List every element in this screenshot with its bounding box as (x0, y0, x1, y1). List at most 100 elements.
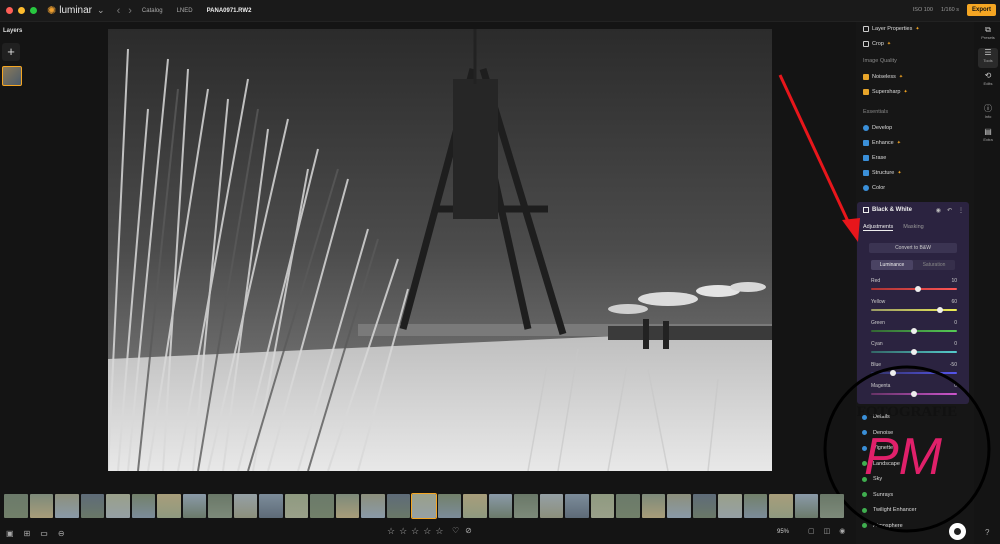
app-logo[interactable]: ✺ luminar ⌄ (47, 4, 105, 17)
grid-view-icon[interactable]: ⊞ (24, 529, 31, 538)
sidebar-toggle-icon[interactable]: ▣ (6, 529, 14, 538)
slider-track[interactable] (871, 307, 957, 313)
filmstrip-thumbnail[interactable] (157, 494, 181, 518)
breadcrumb-folder[interactable]: LNED (177, 8, 193, 14)
filmstrip-thumbnail[interactable] (794, 494, 818, 518)
assistant-button[interactable] (949, 523, 966, 540)
star-icon[interactable]: ☆ (435, 526, 443, 537)
filmstrip-thumbnail[interactable] (208, 494, 232, 518)
filmstrip-thumbnail[interactable] (182, 494, 206, 518)
reject-icon[interactable]: ⊘ (465, 526, 472, 535)
slider-red[interactable]: Red 10 (871, 278, 957, 292)
fit-view-icon[interactable]: ▢ (808, 527, 815, 535)
extra-icon: ▤ (984, 127, 992, 136)
filmstrip-thumbnail[interactable] (106, 494, 130, 518)
filmstrip-thumbnail[interactable] (259, 494, 283, 518)
luminar-logo-icon: ✺ (47, 5, 57, 17)
filmstrip-thumbnail[interactable] (437, 494, 461, 518)
star-icon[interactable]: ☆ (399, 526, 407, 537)
minimize-window-button[interactable] (18, 7, 25, 14)
rail-presets[interactable]: ⧉ Presets (978, 25, 998, 45)
maximize-window-button[interactable] (30, 7, 37, 14)
tool-enhance[interactable]: Enhance ✦ (863, 140, 901, 146)
filmstrip-thumbnail[interactable] (820, 494, 844, 518)
filmstrip-thumbnail[interactable] (718, 494, 742, 518)
slider-yellow[interactable]: Yellow 60 (871, 299, 957, 313)
slider-value: 0 (954, 341, 957, 347)
segment-luminance[interactable]: Luminance (871, 260, 913, 270)
filmstrip-thumbnail[interactable] (514, 494, 538, 518)
filmstrip-thumbnail[interactable] (55, 494, 79, 518)
rail-extra[interactable]: ▤ Extra (978, 127, 998, 147)
filmstrip-thumbnail[interactable] (4, 494, 28, 518)
slider-green[interactable]: Green 0 (871, 320, 957, 334)
tool-develop[interactable]: Develop (863, 125, 892, 131)
segment-saturation[interactable]: Saturation (913, 260, 955, 270)
tool-layer-properties[interactable]: Layer Properties ✦ (863, 26, 920, 32)
filmstrip-thumbnail[interactable] (769, 494, 793, 518)
slider-knob[interactable] (911, 349, 917, 355)
filmstrip-thumbnail[interactable] (284, 494, 308, 518)
filmstrip-thumbnail[interactable] (641, 494, 665, 518)
filmstrip-thumbnail[interactable] (565, 494, 589, 518)
tool-crop[interactable]: Crop ✦ (863, 41, 891, 47)
filmstrip-thumbnail[interactable] (539, 494, 563, 518)
compare-icon[interactable]: ⊖ (58, 529, 65, 538)
filmstrip-thumbnail[interactable] (590, 494, 614, 518)
slider-track[interactable] (871, 286, 957, 292)
slider-knob[interactable] (915, 286, 922, 292)
rail-info[interactable]: ⓘ Info (978, 104, 998, 124)
main-photo[interactable] (108, 29, 772, 471)
back-arrow-icon[interactable]: ‹ (117, 5, 121, 17)
export-button[interactable]: Export (966, 4, 996, 16)
filmstrip-thumbnail[interactable] (692, 494, 716, 518)
reset-icon[interactable]: ↶ (947, 207, 952, 214)
star-icon[interactable]: ☆ (411, 526, 419, 537)
filmstrip-thumbnail[interactable] (29, 494, 53, 518)
star-icon[interactable]: ☆ (387, 526, 395, 537)
add-layer-button[interactable]: + (2, 43, 20, 61)
slider-knob[interactable] (936, 307, 943, 313)
filmstrip-thumbnail[interactable] (386, 494, 410, 518)
favorite-icon[interactable]: ♡ (452, 526, 459, 535)
zoom-level[interactable]: 95% (777, 529, 789, 535)
tool-structure[interactable]: Structure ✦ (863, 170, 902, 176)
filmstrip-thumbnail[interactable] (743, 494, 767, 518)
single-view-icon[interactable]: ▭ (40, 529, 48, 538)
filmstrip-thumbnail[interactable] (667, 494, 691, 518)
forward-arrow-icon[interactable]: › (128, 5, 132, 17)
slider-track[interactable] (871, 349, 957, 355)
filmstrip-thumbnail[interactable] (233, 494, 257, 518)
preview-eye-icon[interactable]: ◉ (839, 527, 845, 535)
tab-adjustments[interactable]: Adjustments (863, 224, 894, 231)
tab-masking[interactable]: Masking (903, 224, 923, 231)
filmstrip-thumbnail[interactable] (463, 494, 487, 518)
slider-track[interactable] (871, 328, 957, 334)
rail-edits[interactable]: ⟲ Edits (978, 71, 998, 91)
eye-icon[interactable]: ◉ (936, 207, 941, 214)
section-essentials: Essentials (863, 109, 889, 115)
filmstrip-thumbnail[interactable] (411, 493, 437, 519)
convert-bw-button[interactable]: Convert to B&W (869, 243, 957, 253)
filmstrip-thumbnail[interactable] (310, 494, 334, 518)
tool-erase[interactable]: Erase (863, 155, 886, 161)
slider-cyan[interactable]: Cyan 0 (871, 341, 957, 355)
help-icon[interactable]: ? (985, 528, 989, 537)
close-window-button[interactable] (6, 7, 13, 14)
slider-knob[interactable] (911, 328, 917, 334)
filmstrip-thumbnail[interactable] (616, 494, 640, 518)
filmstrip-thumbnail[interactable] (80, 494, 104, 518)
filmstrip-thumbnail[interactable] (335, 494, 359, 518)
tool-noiseless[interactable]: Noiseless ✦ (863, 74, 903, 80)
filmstrip-thumbnail[interactable] (488, 494, 512, 518)
more-icon[interactable]: ⋮ (958, 207, 964, 214)
filmstrip-thumbnail[interactable] (361, 494, 385, 518)
filmstrip-thumbnail[interactable] (131, 494, 155, 518)
split-view-icon[interactable]: ◫ (824, 527, 831, 535)
tool-supersharp[interactable]: Supersharp ✦ (863, 89, 908, 95)
rail-tools[interactable]: ☰ Tools (978, 48, 998, 68)
tool-color[interactable]: Color (863, 185, 885, 191)
breadcrumb-catalog[interactable]: Catalog (142, 8, 163, 14)
star-icon[interactable]: ☆ (423, 526, 431, 537)
layer-thumbnail[interactable] (2, 66, 22, 86)
